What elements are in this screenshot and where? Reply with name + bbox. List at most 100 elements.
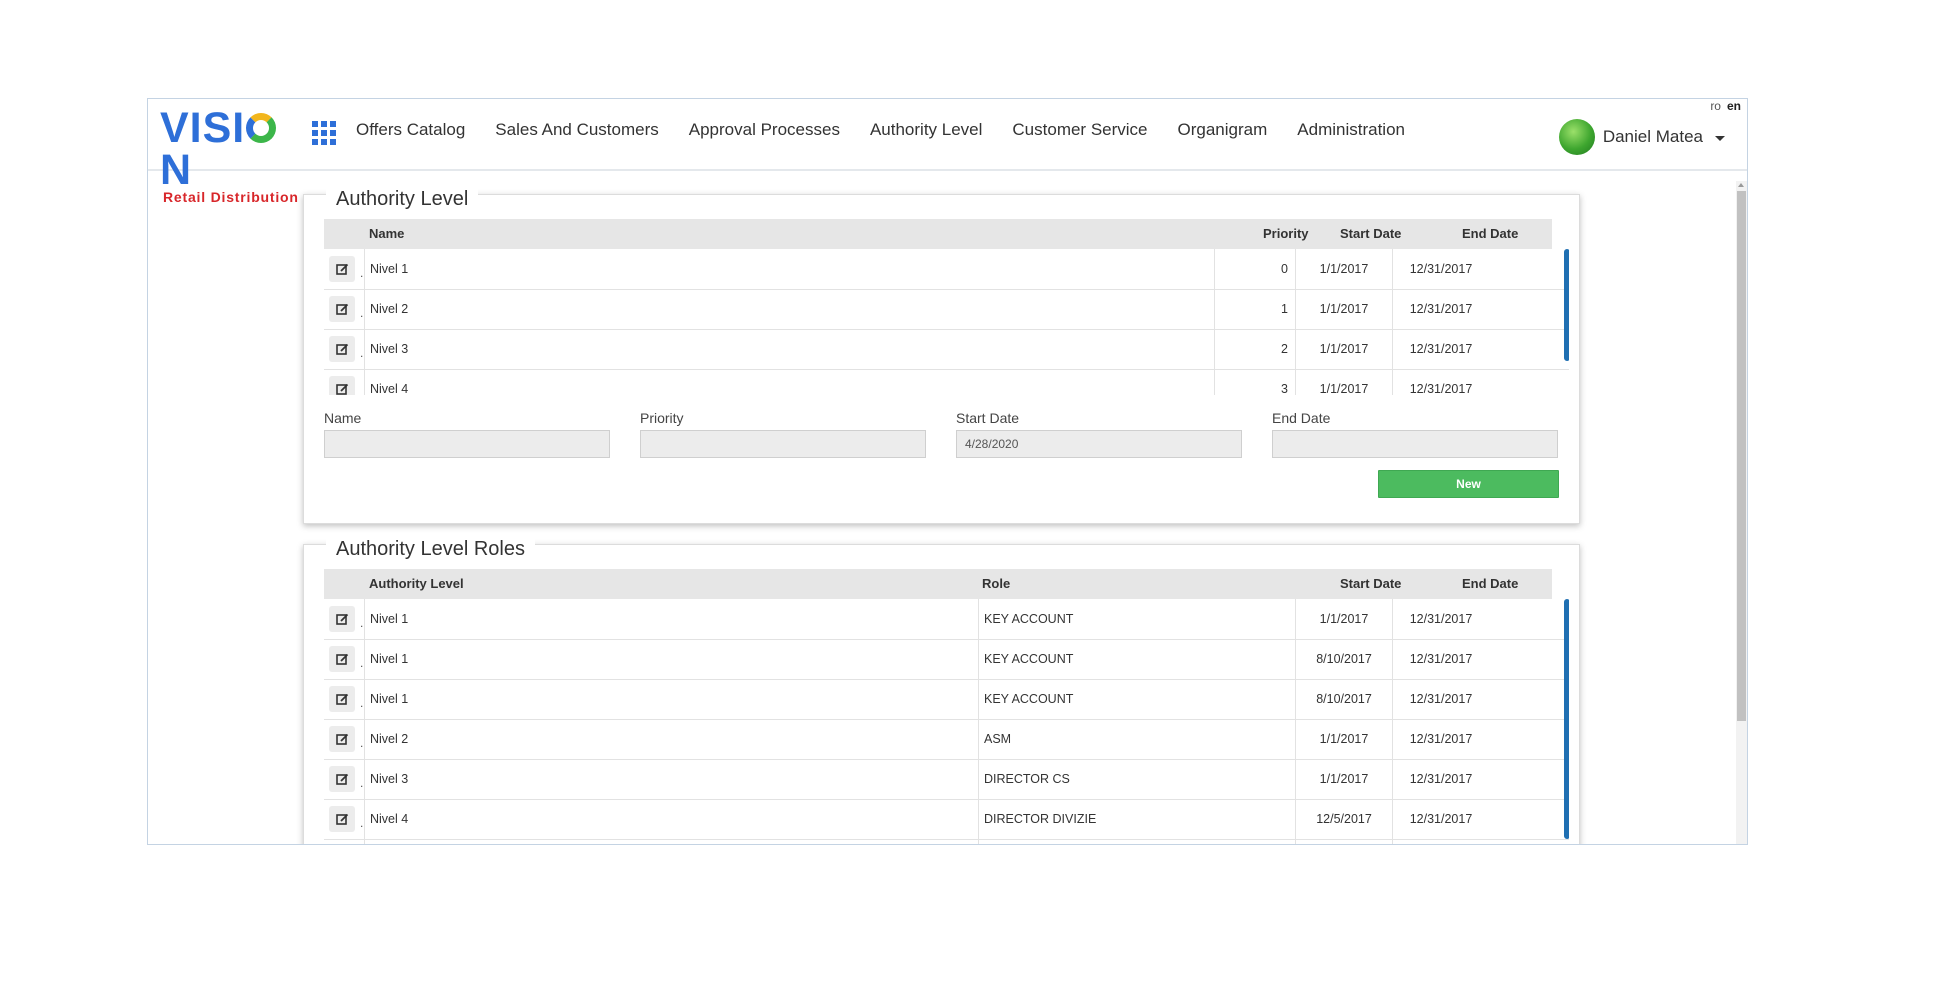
edit-icon bbox=[335, 303, 348, 315]
col-end-date[interactable]: End Date bbox=[1462, 219, 1518, 249]
table-row[interactable]: . Nivel 2 ASM 1/1/2017 12/31/2017 bbox=[324, 719, 1569, 760]
table-row[interactable]: . Nivel 4 3 1/1/2017 12/31/2017 bbox=[324, 369, 1569, 395]
col-start-date[interactable]: Start Date bbox=[1340, 219, 1401, 249]
cell-role: KEY ACCOUNT bbox=[984, 612, 1074, 626]
col-end-date[interactable]: End Date bbox=[1462, 569, 1518, 599]
cell-start-date: 1/1/2017 bbox=[1319, 382, 1369, 395]
edit-icon bbox=[335, 343, 348, 355]
name-input[interactable] bbox=[324, 430, 610, 458]
cell-end-date: 12/31/2017 bbox=[1409, 262, 1473, 276]
name-label: Name bbox=[324, 410, 362, 426]
authority-level-roles-grid: . Nivel 1 KEY ACCOUNT 1/1/2017 12/31/201… bbox=[324, 599, 1569, 844]
cell-start-date: 1/1/2017 bbox=[1319, 342, 1369, 356]
logo-o-icon bbox=[246, 113, 277, 143]
col-start-date[interactable]: Start Date bbox=[1340, 569, 1401, 599]
cell-end-date: 12/31/2017 bbox=[1409, 652, 1473, 666]
cell-authority-level: Nivel 1 bbox=[370, 692, 409, 706]
scroll-up-arrow-icon[interactable] bbox=[1738, 183, 1744, 187]
end-date-input[interactable] bbox=[1272, 430, 1558, 458]
col-priority[interactable]: Priority bbox=[1263, 219, 1309, 249]
vision-logo[interactable]: VISIN Retail Distribution bbox=[160, 104, 300, 206]
cell-start-date: 1/1/2017 bbox=[1319, 772, 1369, 786]
table-row[interactable]: . Nivel 3 2 1/1/2017 12/31/2017 bbox=[324, 329, 1569, 370]
user-name: Daniel Matea bbox=[1602, 127, 1703, 146]
end-date-label: End Date bbox=[1272, 410, 1331, 426]
cell-role: ASM bbox=[984, 732, 1012, 746]
edit-button[interactable] bbox=[329, 336, 355, 362]
cell-start-date: 8/10/2017 bbox=[1316, 652, 1372, 666]
edit-button[interactable] bbox=[329, 296, 355, 322]
table-row[interactable]: . Nivel 1 0 1/1/2017 12/31/2017 bbox=[324, 249, 1569, 290]
edit-icon bbox=[335, 263, 348, 275]
table-row[interactable]: . Nivel 1 KEY ACCOUNT 8/10/2017 12/31/20… bbox=[324, 679, 1569, 720]
cell-priority: 1 bbox=[1281, 302, 1288, 316]
table-row[interactable]: . Nivel 2 1 1/1/2017 12/31/2017 bbox=[324, 289, 1569, 330]
nav-authority-level[interactable]: Authority Level bbox=[870, 120, 982, 140]
logo-text: VISI bbox=[160, 104, 246, 152]
cell-end-date: 12/31/2017 bbox=[1409, 692, 1473, 706]
cell-start-date: 1/1/2017 bbox=[1319, 262, 1369, 276]
caret-down-icon bbox=[1715, 136, 1725, 141]
table-row[interactable]: . Nivel 4 DIRECTOR DIVIZIE 12/5/2017 12/… bbox=[324, 799, 1569, 840]
logo-text-end: N bbox=[160, 146, 193, 194]
edit-button[interactable] bbox=[329, 806, 355, 832]
page-scrollbar[interactable] bbox=[1736, 181, 1747, 844]
edit-button[interactable] bbox=[329, 646, 355, 672]
nav-organigram[interactable]: Organigram bbox=[1178, 120, 1268, 140]
avatar bbox=[1558, 119, 1595, 155]
col-name[interactable]: Name bbox=[369, 219, 404, 249]
grid-header: Name Priority Start Date End Date bbox=[324, 219, 1552, 249]
nav-administration[interactable]: Administration bbox=[1297, 120, 1405, 140]
cell-name: Nivel 2 bbox=[370, 302, 409, 316]
table-row[interactable]: . Nivel 1 KEY ACCOUNT 8/10/2017 12/31/20… bbox=[324, 639, 1569, 680]
cell-name: Nivel 1 bbox=[370, 262, 409, 276]
cell-priority: 3 bbox=[1281, 382, 1288, 395]
lang-ro[interactable]: ro bbox=[1710, 99, 1721, 113]
table-row[interactable] bbox=[324, 839, 1569, 844]
cell-name: Nivel 3 bbox=[370, 342, 409, 356]
panel-title: Authority Level Roles bbox=[326, 535, 535, 563]
cell-end-date: 12/31/2017 bbox=[1409, 812, 1473, 826]
edit-icon bbox=[335, 813, 348, 825]
new-button[interactable]: New bbox=[1378, 470, 1559, 498]
priority-input[interactable] bbox=[640, 430, 926, 458]
cell-end-date: 12/31/2017 bbox=[1409, 732, 1473, 746]
user-menu[interactable]: Daniel Matea bbox=[1558, 119, 1725, 155]
authority-level-grid: . Nivel 1 0 1/1/2017 12/31/2017 . Nivel … bbox=[324, 249, 1569, 395]
nav-approval-processes[interactable]: Approval Processes bbox=[689, 120, 840, 140]
edit-icon bbox=[335, 613, 348, 625]
cell-start-date: 8/10/2017 bbox=[1316, 692, 1372, 706]
cell-role: KEY ACCOUNT bbox=[984, 652, 1074, 666]
edit-button[interactable] bbox=[329, 606, 355, 632]
cell-end-date: 12/31/2017 bbox=[1409, 302, 1473, 316]
lang-en[interactable]: en bbox=[1727, 99, 1741, 113]
priority-label: Priority bbox=[640, 410, 684, 426]
nav-customer-service[interactable]: Customer Service bbox=[1012, 120, 1147, 140]
nav-offers-catalog[interactable]: Offers Catalog bbox=[356, 120, 465, 140]
cell-authority-level: Nivel 2 bbox=[370, 732, 409, 746]
edit-button[interactable] bbox=[329, 766, 355, 792]
grid-scrollbar-thumb[interactable] bbox=[1564, 249, 1569, 361]
edit-button[interactable] bbox=[329, 686, 355, 712]
table-row[interactable]: . Nivel 1 KEY ACCOUNT 1/1/2017 12/31/201… bbox=[324, 599, 1569, 640]
cell-start-date: 12/5/2017 bbox=[1316, 812, 1372, 826]
logo-tagline: Retail Distribution bbox=[163, 189, 299, 205]
cell-role: KEY ACCOUNT bbox=[984, 692, 1074, 706]
cell-end-date: 12/31/2017 bbox=[1409, 612, 1473, 626]
col-authority-level[interactable]: Authority Level bbox=[369, 569, 464, 599]
edit-button[interactable] bbox=[329, 376, 355, 395]
edit-button[interactable] bbox=[329, 726, 355, 752]
page-scrollbar-thumb[interactable] bbox=[1737, 191, 1746, 721]
app-window: VISIN Retail Distribution Offers Catalog… bbox=[147, 98, 1748, 845]
col-role[interactable]: Role bbox=[982, 569, 1010, 599]
edit-button[interactable] bbox=[329, 256, 355, 282]
cell-role: DIRECTOR CS bbox=[984, 772, 1070, 786]
nav-sales-and-customers[interactable]: Sales And Customers bbox=[495, 120, 658, 140]
table-row[interactable]: . Nivel 3 DIRECTOR CS 1/1/2017 12/31/201… bbox=[324, 759, 1569, 800]
cell-end-date: 12/31/2017 bbox=[1409, 772, 1473, 786]
edit-icon bbox=[335, 693, 348, 705]
grid-scrollbar-thumb[interactable] bbox=[1564, 599, 1569, 839]
cell-authority-level: Nivel 3 bbox=[370, 772, 409, 786]
start-date-input[interactable] bbox=[956, 430, 1242, 458]
grid-icon[interactable] bbox=[312, 121, 336, 145]
